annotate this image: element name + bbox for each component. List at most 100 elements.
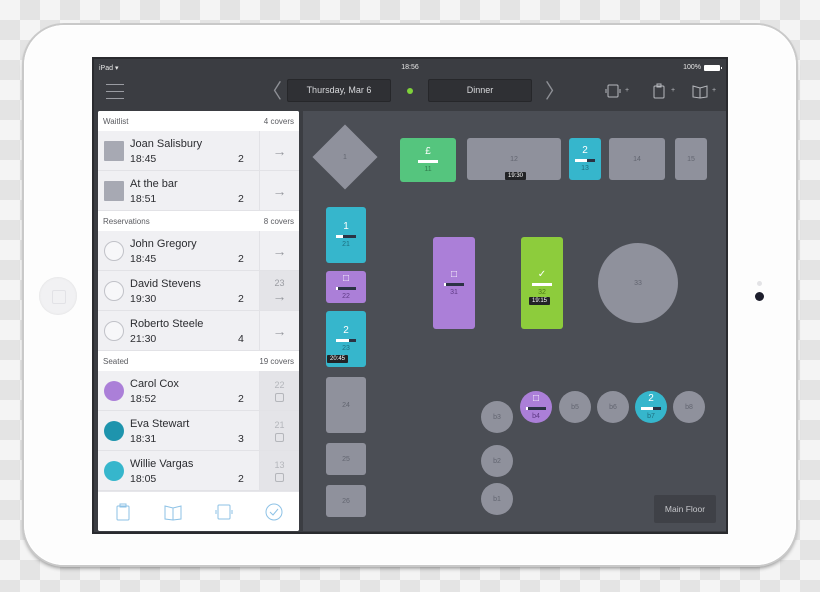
- live-status-dot: [407, 88, 413, 94]
- table-31[interactable]: □ 31: [433, 237, 475, 329]
- table-label: 15: [687, 155, 695, 163]
- waitlist-add-icon: [653, 83, 665, 99]
- reservations-tab-icon[interactable]: [163, 502, 183, 522]
- guest-covers: 2: [238, 193, 244, 205]
- shift-selector[interactable]: Dinner: [428, 79, 532, 102]
- table-24[interactable]: 24: [326, 377, 366, 433]
- arrow-right-icon: →: [272, 288, 287, 304]
- course-2-icon: 2: [648, 393, 654, 404]
- table-label: b3: [493, 413, 501, 421]
- app-screen: iPad ▾ 18:56 100% 〈 Thursday, Mar 6 Dinn…: [92, 57, 728, 534]
- table-b3[interactable]: b3: [481, 401, 513, 433]
- guest-name: Eva Stewart: [130, 418, 190, 430]
- table-label: b2: [493, 457, 501, 465]
- table-label: 11: [424, 166, 432, 173]
- guest-entry[interactable]: Carol Cox 18:52 2: [98, 371, 259, 410]
- guest-entry[interactable]: Eva Stewart 18:31 3: [98, 411, 259, 450]
- add-reservation-button[interactable]: +: [692, 83, 718, 99]
- menu-icon[interactable]: [106, 84, 124, 100]
- guest-entry[interactable]: Joan Salisbury 18:45 2: [98, 131, 259, 170]
- toolbar: 〈 Thursday, Mar 6 Dinner 〉 + + +: [94, 77, 726, 111]
- table-b4[interactable]: □ b4: [520, 391, 552, 423]
- guest-name: Carol Cox: [130, 378, 179, 390]
- guest-covers: 2: [238, 393, 244, 405]
- finished-tab-icon[interactable]: [264, 502, 284, 522]
- list-item: Carol Cox 18:52 2 22: [98, 371, 299, 411]
- table-22[interactable]: □ 22: [326, 271, 366, 303]
- table-14[interactable]: 14: [609, 138, 665, 180]
- table-label: 21: [342, 241, 350, 248]
- guest-time: 18:45: [130, 253, 157, 265]
- guest-time: 21:30: [130, 333, 157, 345]
- clock: 18:56: [401, 64, 419, 71]
- floor-plan: 1 £11 12 19:30 2 13 14 15 1 21 □ 22 2 23 20:45 24 25 26 □…: [303, 111, 726, 531]
- table-b2[interactable]: b2: [481, 445, 513, 477]
- section-header-seated: Seated 19 covers: [98, 351, 299, 371]
- guest-entry[interactable]: Willie Vargas 18:05 2: [98, 451, 259, 490]
- assigned-table: 21: [274, 419, 285, 430]
- seat-button[interactable]: →: [259, 131, 299, 170]
- table-21[interactable]: 1 21: [326, 207, 366, 263]
- previous-day-button[interactable]: 〈: [262, 82, 282, 102]
- guest-entry[interactable]: At the bar 18:51 2: [98, 171, 259, 210]
- table-b5[interactable]: b5: [559, 391, 591, 423]
- table-12[interactable]: 12 19:30: [467, 138, 561, 180]
- section-header-waitlist: Waitlist 4 covers: [98, 111, 299, 131]
- list-item: Roberto Steele 21:30 4 →: [98, 311, 299, 351]
- list-item: Eva Stewart 18:31 3 21: [98, 411, 299, 451]
- date-selector[interactable]: Thursday, Mar 6: [287, 79, 391, 102]
- reservation-time-tag: 19:30: [505, 172, 527, 180]
- arrow-right-icon: →: [272, 182, 287, 199]
- seat-button[interactable]: →: [259, 231, 299, 270]
- seat-button[interactable]: →: [259, 311, 299, 350]
- table-23[interactable]: 2 23 20:45: [326, 311, 366, 367]
- home-button[interactable]: [39, 277, 77, 315]
- guest-time: 18:51: [130, 193, 157, 205]
- finished-icon: ✓: [537, 269, 547, 280]
- seat-button[interactable]: →: [259, 171, 299, 210]
- paid-icon: £: [425, 146, 431, 157]
- table-b8[interactable]: b8: [673, 391, 705, 423]
- next-day-button[interactable]: 〉: [545, 82, 565, 102]
- table-add-icon: [605, 84, 621, 98]
- table-progress-bar: [532, 283, 552, 286]
- add-waitlist-button[interactable]: +: [651, 83, 677, 99]
- clipboard-icon: [104, 141, 124, 161]
- table-1[interactable]: [312, 124, 378, 190]
- assigned-table: 22: [274, 379, 285, 390]
- table-26[interactable]: 26: [326, 485, 366, 517]
- table-25[interactable]: 25: [326, 443, 366, 475]
- table-icon: [275, 432, 284, 442]
- seated-icon: □: [342, 273, 350, 284]
- waitlist-tab-icon[interactable]: [113, 502, 133, 522]
- seat-button[interactable]: 23 →: [259, 271, 299, 310]
- table-b1[interactable]: b1: [481, 483, 513, 515]
- course-2-icon: 2: [582, 145, 588, 156]
- list-item: Joan Salisbury 18:45 2 →: [98, 131, 299, 171]
- reservation-time-tag: 19:15: [529, 297, 551, 305]
- table-b6[interactable]: b6: [597, 391, 629, 423]
- table-15[interactable]: 15: [675, 138, 707, 180]
- table-progress-bar: [575, 159, 595, 162]
- add-table-button[interactable]: +: [605, 83, 631, 99]
- table-32[interactable]: ✓ 32 19:15: [521, 237, 563, 329]
- reservation-time-tag: 20:45: [327, 355, 349, 363]
- table-33[interactable]: 33: [598, 243, 678, 323]
- guest-name: Willie Vargas: [130, 458, 194, 470]
- table-button[interactable]: 13: [259, 451, 299, 490]
- table-button[interactable]: 22: [259, 371, 299, 410]
- course-1-status-icon: [104, 421, 124, 441]
- table-progress-bar: [526, 407, 546, 410]
- table-13[interactable]: 2 13: [569, 138, 601, 180]
- guest-entry[interactable]: John Gregory 18:45 2: [98, 231, 259, 270]
- table-11[interactable]: £11: [400, 138, 456, 182]
- guest-entry[interactable]: Roberto Steele 21:30 4: [98, 311, 259, 350]
- guest-covers: 2: [238, 473, 244, 485]
- floor-selector-button[interactable]: Main Floor: [654, 495, 716, 523]
- table-label: 14: [633, 155, 641, 163]
- guest-entry[interactable]: David Stevens 19:30 2: [98, 271, 259, 310]
- tables-tab-icon[interactable]: [214, 502, 234, 522]
- course-1-icon: 1: [343, 221, 349, 232]
- table-button[interactable]: 21: [259, 411, 299, 450]
- table-b7[interactable]: 2 b7: [635, 391, 667, 423]
